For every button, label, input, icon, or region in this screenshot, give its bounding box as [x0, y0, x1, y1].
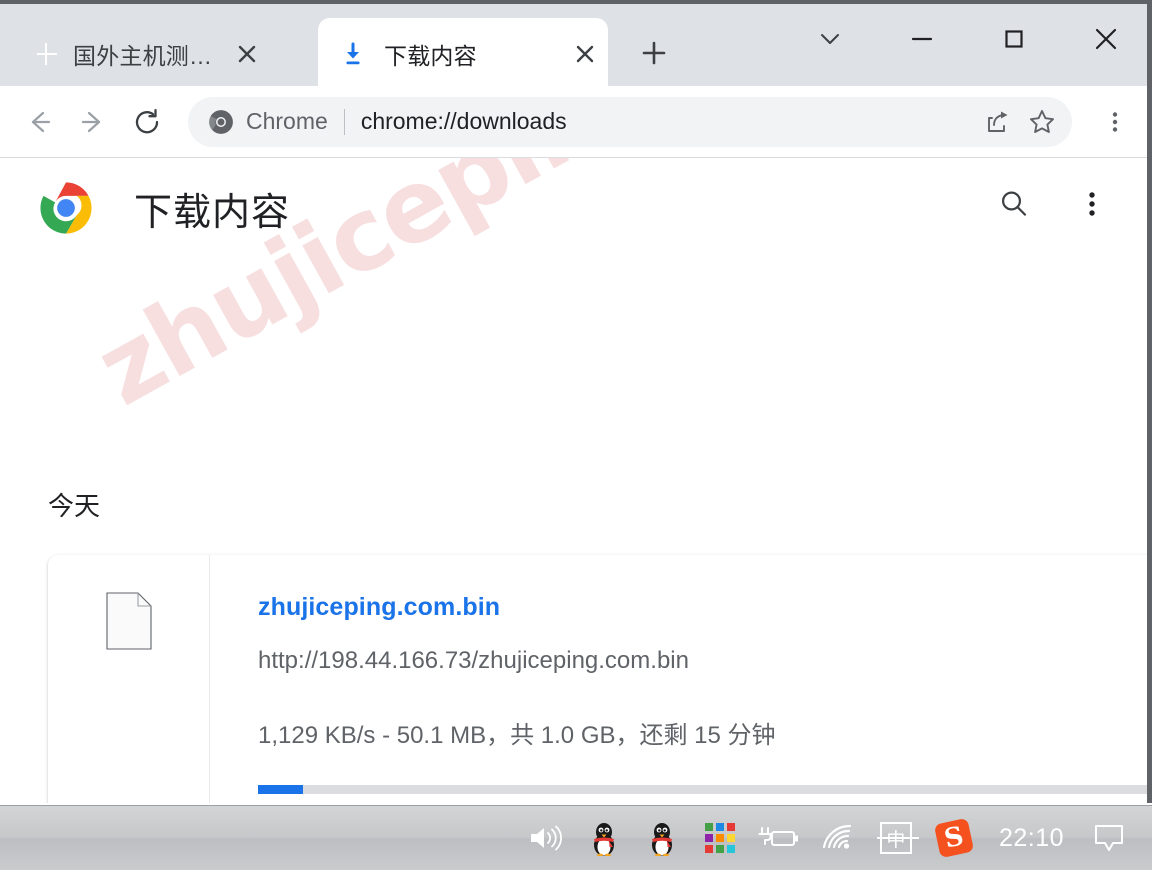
download-progress-fill — [258, 785, 303, 794]
header-actions — [990, 180, 1116, 228]
tab-title: 国外主机测评 – — [73, 43, 230, 69]
generic-file-icon — [105, 592, 152, 650]
chrome-logo-icon — [208, 109, 234, 135]
chrome-logo-icon — [38, 180, 94, 236]
notification-icon[interactable] — [1089, 812, 1129, 864]
back-button[interactable] — [12, 95, 66, 149]
qq-icon[interactable] — [584, 812, 624, 864]
address-bar[interactable]: Chrome chrome://downloads — [188, 96, 1072, 147]
ime-indicator[interactable]: 中 — [876, 812, 919, 864]
download-status-text: 1,129 KB/s - 50.1 MB，共 1.0 GB，还剩 15 分钟 — [258, 722, 776, 749]
tab-strip: 国外主机测评 – 下载内容 — [0, 0, 1152, 90]
sogou-icon[interactable]: S — [933, 812, 975, 864]
downloads-date-group-label: 今天 — [48, 491, 101, 521]
minimize-button[interactable] — [876, 8, 968, 70]
window-controls — [784, 8, 1152, 90]
search-icon[interactable] — [990, 180, 1038, 228]
seal-icon — [34, 41, 60, 67]
omnibox-url-text[interactable]: chrome://downloads — [361, 108, 976, 135]
battery-icon[interactable] — [758, 812, 800, 864]
tab-title: 下载内容 — [384, 43, 477, 69]
browser-tab-active[interactable]: 下载内容 — [318, 18, 608, 90]
download-icon — [340, 41, 366, 67]
page-menu-button[interactable] — [1068, 180, 1116, 228]
volume-icon[interactable] — [526, 812, 566, 864]
browser-window: 国外主机测评 – 下载内容 Chrome chrome://downloads … — [0, 0, 1152, 870]
downloads-page: 下载内容 zhujiceping.com 今天 zhujiceping.com.… — [0, 158, 1152, 803]
taskbar-clock[interactable]: 22:10 — [999, 824, 1064, 853]
forward-button[interactable] — [66, 95, 120, 149]
qq-icon[interactable] — [642, 812, 682, 864]
download-item-card[interactable]: zhujiceping.com.bin http://198.44.166.73… — [48, 555, 1152, 803]
color-grid-icon[interactable] — [700, 812, 740, 864]
browser-menu-button[interactable] — [1090, 97, 1140, 147]
new-tab-button[interactable] — [632, 31, 676, 75]
close-button[interactable] — [1060, 8, 1152, 70]
download-details: zhujiceping.com.bin http://198.44.166.73… — [210, 555, 1152, 803]
ime-label: 中 — [876, 822, 919, 854]
omnibox-separator — [343, 108, 345, 135]
tab-close-button[interactable] — [230, 37, 264, 71]
tab-close-button[interactable] — [568, 37, 602, 71]
window-right-edge — [1147, 0, 1152, 803]
browser-tab-inactive[interactable]: 国外主机测评 – — [20, 18, 270, 90]
chevron-down-icon[interactable] — [784, 8, 876, 70]
windows-taskbar: 中 S 22:10 — [0, 805, 1152, 870]
sogou-logo-label: S — [933, 817, 975, 859]
download-progress-bar — [258, 785, 1152, 794]
reload-button[interactable] — [120, 95, 174, 149]
download-source-url: http://198.44.166.73/zhujiceping.com.bin — [258, 647, 689, 674]
maximize-button[interactable] — [968, 8, 1060, 70]
share-icon[interactable] — [976, 100, 1020, 144]
download-filename-link[interactable]: zhujiceping.com.bin — [258, 593, 1152, 622]
star-icon[interactable] — [1020, 100, 1064, 144]
omnibox-chip-label: Chrome — [246, 108, 328, 134]
downloads-header: 下载内容 — [0, 158, 1152, 258]
page-title: 下载内容 — [134, 191, 291, 234]
wifi-icon[interactable] — [818, 812, 858, 864]
download-thumbnail — [48, 555, 210, 803]
browser-toolbar: Chrome chrome://downloads — [0, 86, 1152, 158]
